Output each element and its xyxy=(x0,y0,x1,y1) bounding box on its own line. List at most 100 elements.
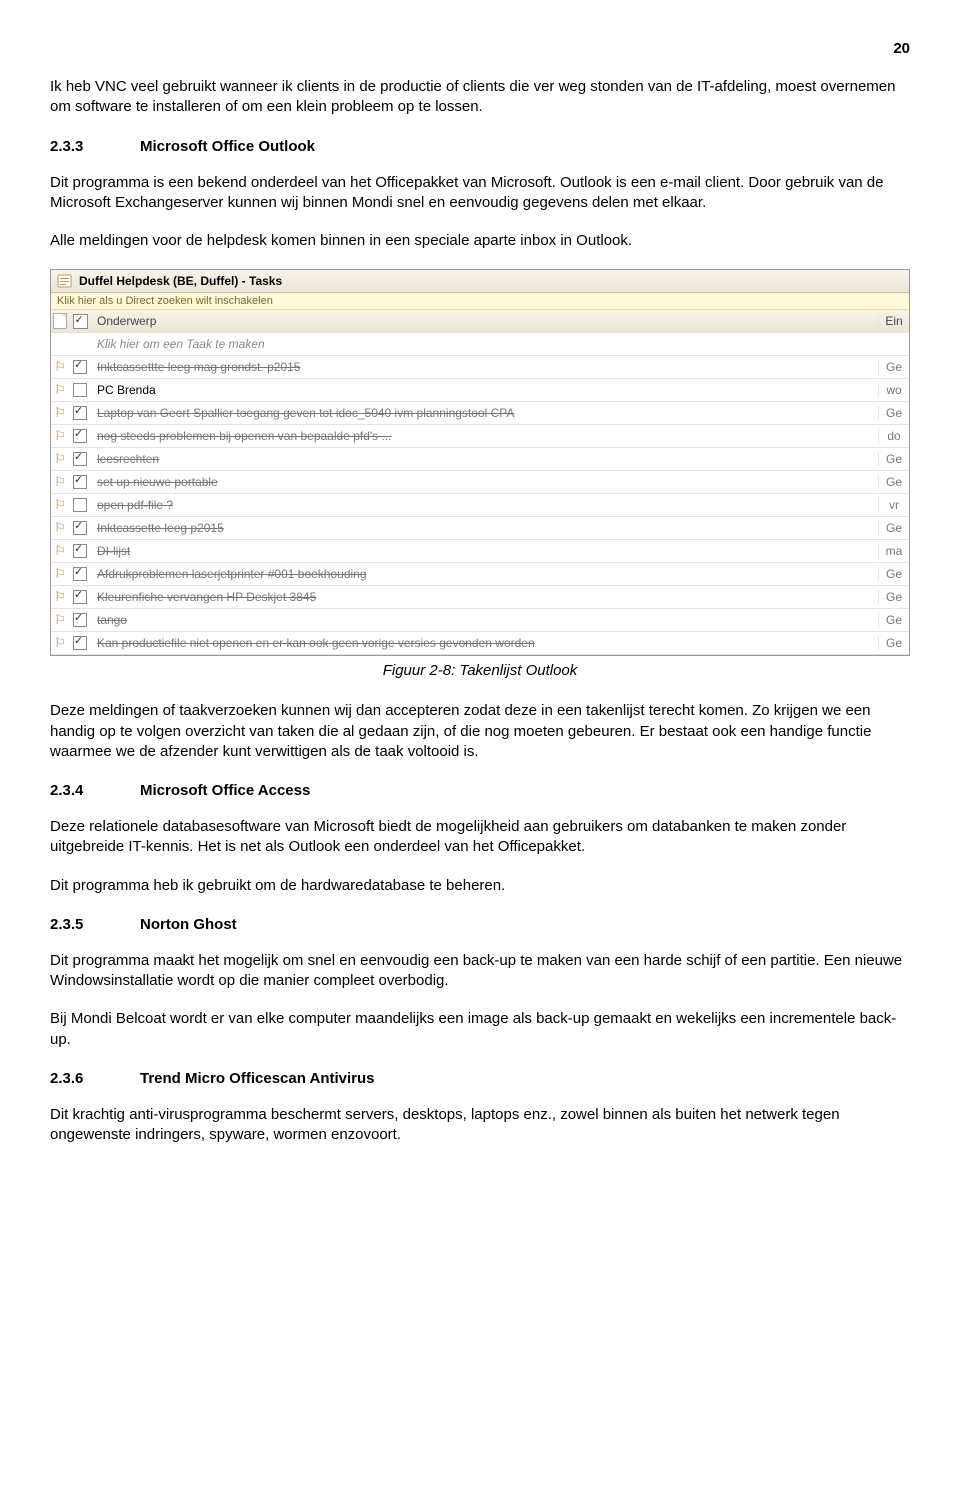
task-end: Ge xyxy=(878,613,909,627)
task-row[interactable]: ⚐Inktcassette leeg p2015Ge xyxy=(51,517,909,540)
task-end: wo xyxy=(878,383,909,397)
task-checkbox[interactable] xyxy=(69,475,91,489)
section-number: 2.3.6 xyxy=(50,1070,140,1087)
task-row[interactable]: ⚐ Laptop van Geert Spallier toegang geven… xyxy=(51,402,909,425)
column-header-end[interactable]: Ein xyxy=(878,314,909,328)
section-heading-234: 2.3.4Microsoft Office Access xyxy=(50,782,910,799)
task-end: Ge xyxy=(878,452,909,466)
task-subject: Kleurenfiche vervangen HP Deskjet 3845 xyxy=(91,590,878,604)
task-row[interactable]: ⚐ Kleurenfiche vervangen HP Deskjet 3845G… xyxy=(51,586,909,609)
task-row[interactable]: ⚐open pdf-file ?vr xyxy=(51,494,909,517)
section-heading-233: 2.3.3Microsoft Office Outlook xyxy=(50,138,910,155)
task-end: Ge xyxy=(878,406,909,420)
section-number: 2.3.5 xyxy=(50,916,140,933)
task-checkbox[interactable] xyxy=(69,613,91,627)
section-title: Trend Micro Officescan Antivirus xyxy=(140,1070,375,1087)
task-end: Ge xyxy=(878,475,909,489)
window-title: Duffel Helpdesk (BE, Duffel) - Tasks xyxy=(79,274,282,288)
figure-caption: Figuur 2-8: Takenlijst Outlook xyxy=(50,662,910,679)
task-row[interactable]: ⚐ set up nieuwe portableGe xyxy=(51,471,909,494)
task-end: Ge xyxy=(878,567,909,581)
task-end: Ge xyxy=(878,590,909,604)
task-flag-icon: ⚐ xyxy=(51,359,69,375)
task-row[interactable]: ⚐ Afdrukproblemen laserjetprinter #001 bo… xyxy=(51,563,909,586)
paragraph: Deze relationele databasesoftware van Mi… xyxy=(50,817,910,858)
task-flag-icon: ⚐ xyxy=(51,451,69,467)
paragraph: Dit programma maakt het mogelijk om snel… xyxy=(50,951,910,992)
section-number: 2.3.3 xyxy=(50,138,140,155)
task-subject: tango xyxy=(91,613,878,627)
section-title: Microsoft Office Outlook xyxy=(140,138,315,155)
column-header-icon[interactable] xyxy=(51,313,69,329)
task-subject: Laptop van Geert Spallier toegang geven … xyxy=(91,406,878,420)
task-checkbox[interactable] xyxy=(69,544,91,558)
task-row[interactable]: ⚐ Kan productiefile niet openen en er kan… xyxy=(51,632,909,655)
paragraph: Deze meldingen of taakverzoeken kunnen w… xyxy=(50,701,910,762)
task-flag-icon: ⚐ xyxy=(51,382,69,398)
task-subject: Afdrukproblemen laserjetprinter #001 boe… xyxy=(91,567,878,581)
task-checkbox[interactable] xyxy=(69,406,91,420)
task-subject: nog steeds problemen bij openen van bepa… xyxy=(91,429,878,443)
task-flag-icon: ⚐ xyxy=(51,543,69,559)
task-checkbox[interactable] xyxy=(69,521,91,535)
section-title: Microsoft Office Access xyxy=(140,782,310,799)
section-heading-235: 2.3.5Norton Ghost xyxy=(50,916,910,933)
page-icon xyxy=(53,313,67,329)
task-end: Ge xyxy=(878,636,909,650)
outlook-tasks-window: Duffel Helpdesk (BE, Duffel) - Tasks Kli… xyxy=(50,269,910,656)
task-subject: open pdf-file ? xyxy=(91,498,878,512)
task-row[interactable]: ⚐ PC Brendawo xyxy=(51,379,909,402)
task-flag-icon: ⚐ xyxy=(51,612,69,628)
task-checkbox[interactable] xyxy=(69,636,91,650)
task-checkbox[interactable] xyxy=(69,498,91,512)
task-flag-icon: ⚐ xyxy=(51,405,69,421)
paragraph: Dit krachtig anti-virusprogramma bescher… xyxy=(50,1105,910,1146)
task-end: Ge xyxy=(878,360,909,374)
task-end: vr xyxy=(878,498,909,512)
task-checkbox[interactable] xyxy=(69,429,91,443)
task-row[interactable]: ⚐ leesrechtenGe xyxy=(51,448,909,471)
column-header-subject[interactable]: Onderwerp xyxy=(91,314,878,328)
task-end: do xyxy=(878,429,909,443)
task-checkbox[interactable] xyxy=(69,452,91,466)
paragraph: Alle meldingen voor de helpdesk komen bi… xyxy=(50,231,910,251)
task-subject: Kan productiefile niet openen en er kan … xyxy=(91,636,878,650)
page-number: 20 xyxy=(50,40,910,57)
task-subject: set up nieuwe portable xyxy=(91,475,878,489)
task-checkbox[interactable] xyxy=(69,383,91,397)
task-flag-icon: ⚐ xyxy=(51,635,69,651)
task-flag-icon: ⚐ xyxy=(51,520,69,536)
task-checkbox[interactable] xyxy=(69,360,91,374)
task-flag-icon: ⚐ xyxy=(51,589,69,605)
task-row[interactable]: ⚐ nog steeds problemen bij openen van bep… xyxy=(51,425,909,448)
section-number: 2.3.4 xyxy=(50,782,140,799)
info-bar[interactable]: Klik hier als u Direct zoeken wilt insch… xyxy=(51,293,909,310)
column-header-complete[interactable] xyxy=(69,314,91,329)
task-subject: leesrechten xyxy=(91,452,878,466)
task-row[interactable]: ⚐ tangoGe xyxy=(51,609,909,632)
paragraph: Dit programma heb ik gebruikt om de hard… xyxy=(50,876,910,896)
paragraph: Bij Mondi Belcoat wordt er van elke comp… xyxy=(50,1009,910,1050)
task-subject: Inktcassettte leeg mag grondst. p2015 xyxy=(91,360,878,374)
task-checkbox[interactable] xyxy=(69,567,91,581)
section-heading-236: 2.3.6Trend Micro Officescan Antivirus xyxy=(50,1070,910,1087)
task-flag-icon: ⚐ xyxy=(51,566,69,582)
column-headers: Onderwerp Ein xyxy=(51,310,909,333)
task-subject: DI-lijst xyxy=(91,544,878,558)
window-titlebar: Duffel Helpdesk (BE, Duffel) - Tasks xyxy=(51,270,909,293)
task-end: Ge xyxy=(878,521,909,535)
task-row[interactable]: ⚐ Inktcassettte leeg mag grondst. p2015Ge xyxy=(51,356,909,379)
paragraph: Ik heb VNC veel gebruikt wanneer ik clie… xyxy=(50,77,910,118)
task-flag-icon: ⚐ xyxy=(51,428,69,444)
task-checkbox[interactable] xyxy=(69,590,91,604)
new-task-hint[interactable]: Klik hier om een Taak te maken xyxy=(91,337,878,351)
new-task-row[interactable]: Klik hier om een Taak te maken xyxy=(51,333,909,356)
checkmark-icon xyxy=(73,314,88,329)
section-title: Norton Ghost xyxy=(140,916,237,933)
task-row[interactable]: ⚐ DI-lijstma xyxy=(51,540,909,563)
task-subject: PC Brenda xyxy=(91,383,878,397)
task-end: ma xyxy=(878,544,909,558)
task-flag-icon: ⚐ xyxy=(51,474,69,490)
paragraph: Dit programma is een bekend onderdeel va… xyxy=(50,173,910,214)
tasks-icon xyxy=(57,273,73,289)
